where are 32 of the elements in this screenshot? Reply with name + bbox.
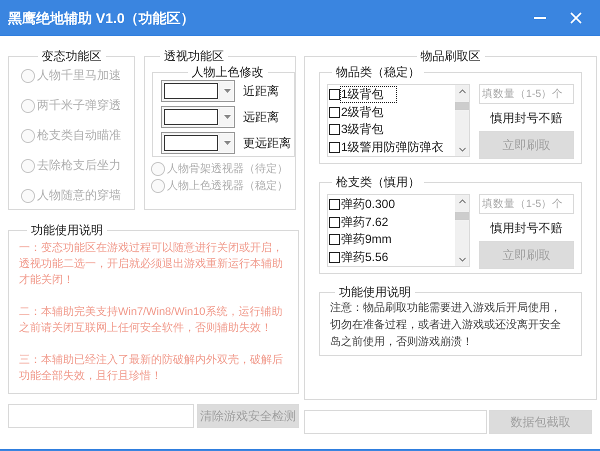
group-title: 物品刷取区 bbox=[420, 48, 482, 64]
distance-label: 更远距离 bbox=[243, 135, 291, 151]
minimize-icon bbox=[534, 17, 546, 19]
close-icon bbox=[570, 12, 582, 24]
scrollbar[interactable] bbox=[455, 85, 469, 156]
warning-text: 慎用封号不赔 bbox=[490, 220, 562, 236]
caret-icon bbox=[224, 141, 230, 145]
group-title: 枪支类（慎用） bbox=[335, 174, 421, 190]
group-title: 变态功能区 bbox=[40, 48, 102, 64]
color-dropdown[interactable] bbox=[161, 80, 235, 102]
color-dropdown[interactable] bbox=[161, 132, 235, 154]
scrollbar[interactable] bbox=[455, 195, 469, 266]
input-field[interactable] bbox=[8, 404, 194, 428]
notes-text: 一：变态功能区在游戏过程可以随意进行关闭或开启，透视功能二选一，开启就必须退出游戏重新运行本辅助才能关闭！ bbox=[19, 240, 284, 288]
scroll-thumb[interactable] bbox=[455, 102, 469, 110]
input-field[interactable] bbox=[304, 410, 487, 434]
notes-text: 二：本辅助完美支持Win7/Win8/Win10系统，运行辅助之前请关闭互联网上任何安全软件，否则辅助失效！ bbox=[19, 304, 284, 336]
group-title: 物品类（稳定） bbox=[335, 64, 421, 80]
group-title: 透视功能区 bbox=[163, 48, 225, 64]
window-title: 黑鹰绝地辅助 V1.0（功能区） bbox=[8, 8, 195, 28]
notes-text: 注意：物品刷取功能需要进入游戏后开局使用，切勿在准备过程，或者进入游戏或还没离开安全岛之前使用，否则游戏崩溃！ bbox=[330, 300, 562, 350]
caret-icon bbox=[224, 89, 230, 93]
caret-icon bbox=[224, 115, 230, 119]
group-title: 人物上色修改 bbox=[190, 64, 264, 80]
group-title: 功能使用说明 bbox=[338, 284, 412, 300]
distance-label: 近距离 bbox=[243, 83, 279, 99]
color-dropdown[interactable] bbox=[161, 106, 235, 128]
warning-text: 慎用封号不赔 bbox=[490, 110, 562, 126]
notes-text: 三：本辅助已经注入了最新的防破解内外双壳，破解后功能全部失效，且行且珍惜！ bbox=[19, 352, 284, 384]
group-title: 功能使用说明 bbox=[30, 222, 104, 238]
distance-label: 远距离 bbox=[243, 109, 279, 125]
scroll-thumb[interactable] bbox=[455, 212, 469, 220]
